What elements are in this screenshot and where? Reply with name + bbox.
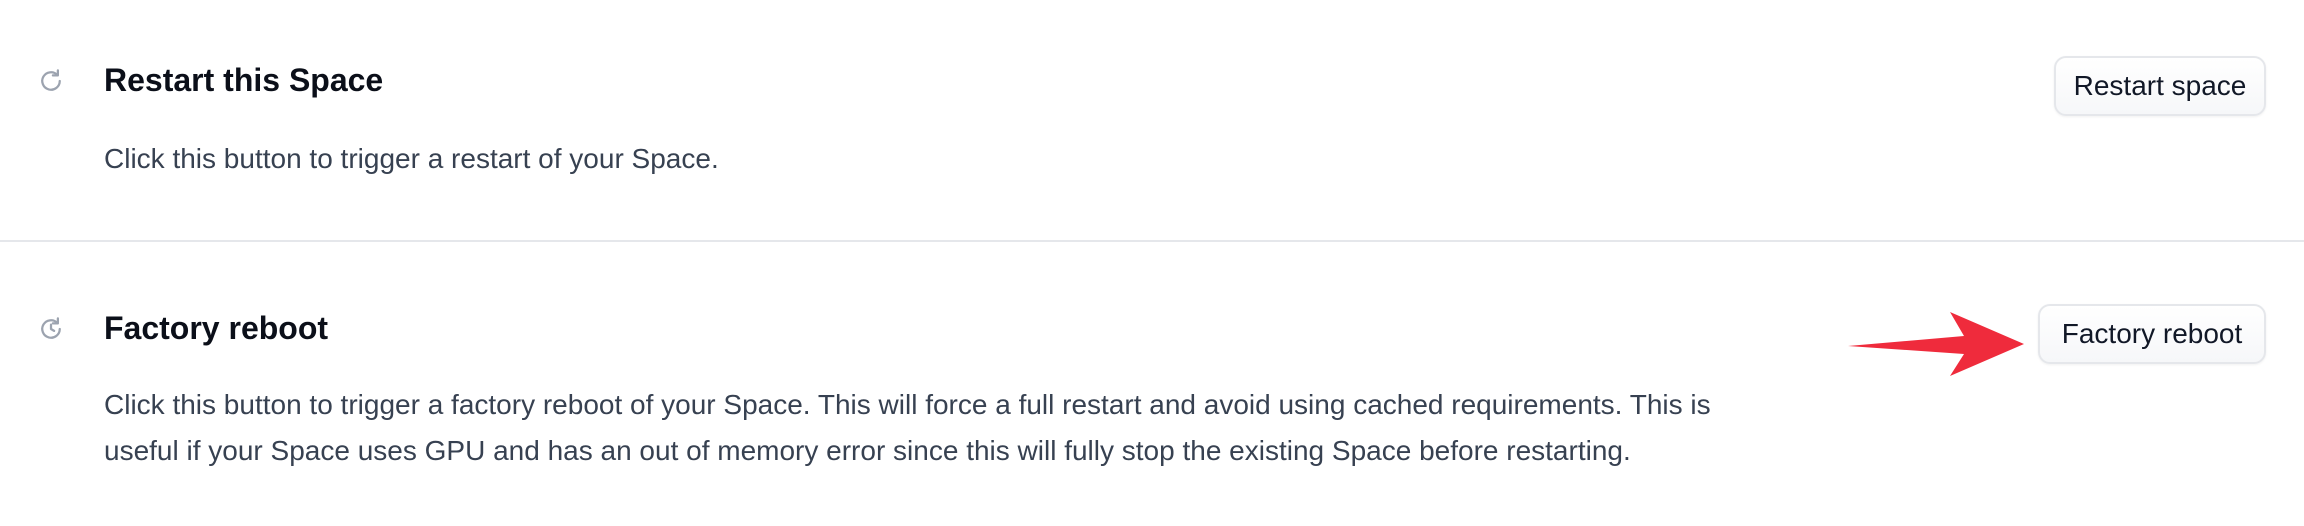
factory-reboot-description: Click this button to trigger a factory r… bbox=[104, 389, 1711, 466]
factory-reboot-section: Factory reboot Click this button to trig… bbox=[0, 242, 2304, 526]
restart-space-title: Restart this Space bbox=[104, 62, 384, 98]
restart-space-button[interactable]: Restart space bbox=[2054, 56, 2266, 116]
refresh-clock-icon bbox=[36, 314, 66, 344]
restart-space-description: Click this button to trigger a restart o… bbox=[104, 143, 719, 174]
restart-space-section: Restart this Space Click this button to … bbox=[0, 0, 2304, 240]
factory-reboot-title: Factory reboot bbox=[104, 310, 329, 346]
factory-reboot-button[interactable]: Factory reboot bbox=[2038, 304, 2266, 364]
refresh-icon bbox=[36, 66, 66, 96]
space-settings-page: Restart this Space Click this button to … bbox=[0, 0, 2304, 526]
red-arrow-icon bbox=[1846, 308, 2026, 380]
